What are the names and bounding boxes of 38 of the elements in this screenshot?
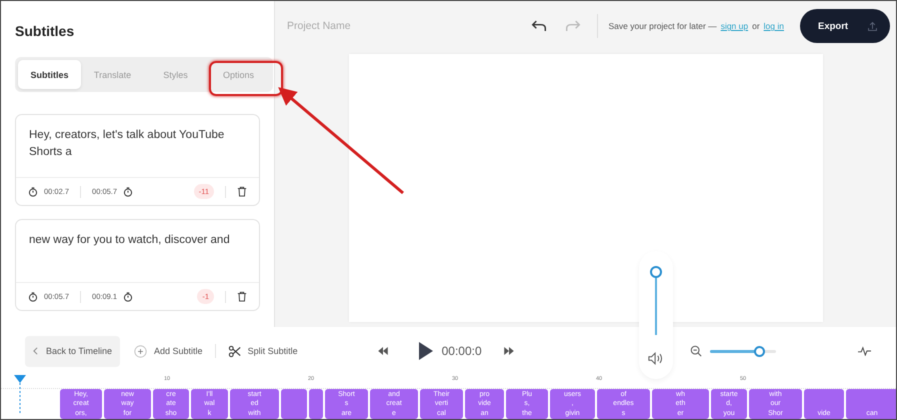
trash-icon[interactable] bbox=[237, 291, 247, 302]
add-subtitle-button[interactable]: Add Subtitle bbox=[134, 344, 203, 358]
waveform-icon[interactable] bbox=[858, 346, 871, 356]
back-to-timeline-button[interactable]: Back to Timeline bbox=[25, 336, 120, 367]
volume-slider[interactable] bbox=[650, 265, 662, 335]
plus-circle-icon bbox=[134, 344, 148, 358]
subtitle-text-field[interactable]: Hey, creators, let's talk about YouTube Shorts a bbox=[16, 115, 259, 178]
upload-icon bbox=[867, 20, 878, 32]
playhead-marker[interactable] bbox=[14, 375, 26, 415]
log-in-link[interactable]: log in bbox=[764, 21, 784, 31]
stopwatch-icon bbox=[123, 292, 134, 302]
chevron-left-icon bbox=[33, 347, 38, 356]
stopwatch-icon bbox=[123, 186, 134, 196]
playback-time: 00:00:0 bbox=[442, 344, 482, 358]
rewind-icon[interactable] bbox=[378, 347, 388, 356]
play-icon[interactable] bbox=[418, 341, 434, 362]
tab[interactable]: Styles bbox=[144, 60, 207, 89]
undo-icon[interactable] bbox=[530, 20, 548, 32]
tab[interactable]: Options bbox=[207, 60, 270, 89]
fast-forward-icon[interactable] bbox=[504, 347, 514, 356]
trash-icon[interactable] bbox=[237, 186, 247, 197]
export-button[interactable]: Export bbox=[800, 9, 890, 43]
scissors-icon bbox=[228, 344, 241, 358]
tab[interactable]: Subtitles bbox=[18, 60, 81, 89]
subtitle-clip[interactable] bbox=[309, 389, 323, 419]
tab[interactable]: Translate bbox=[81, 60, 144, 89]
subtitle-clip[interactable] bbox=[281, 389, 307, 419]
stopwatch-icon bbox=[28, 186, 38, 196]
save-message: Save your project for later — bbox=[608, 21, 717, 31]
split-subtitle-button[interactable]: Split Subtitle bbox=[228, 344, 298, 358]
sign-up-link[interactable]: sign up bbox=[720, 21, 748, 31]
stopwatch-icon bbox=[28, 292, 38, 302]
zoom-out-icon[interactable] bbox=[690, 345, 702, 358]
or-text: or bbox=[752, 21, 760, 31]
speaker-icon[interactable] bbox=[648, 352, 664, 365]
project-name-field[interactable]: Project Name bbox=[287, 20, 351, 32]
subtitle-text-field[interactable]: new way for you to watch, discover and bbox=[16, 220, 259, 283]
panel-title: Subtitles bbox=[15, 23, 76, 39]
